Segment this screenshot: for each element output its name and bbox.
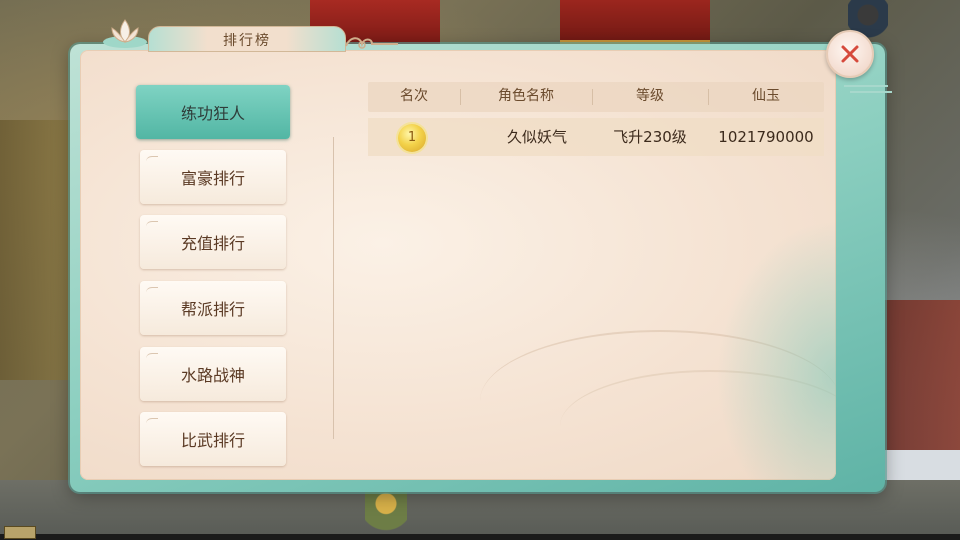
tab-label: 充值排行 bbox=[180, 234, 245, 253]
player-character bbox=[365, 488, 407, 540]
leaf-ornament bbox=[146, 156, 158, 167]
cloud-ornament-icon bbox=[345, 37, 398, 49]
tab-label: 比武排行 bbox=[180, 431, 245, 450]
gold-medal-icon: 1 bbox=[398, 124, 426, 152]
table-header: 名次 角色名称 等级 仙玉 bbox=[368, 82, 824, 112]
panel-title: 排行榜 bbox=[223, 33, 271, 49]
tab-label: 练功狂人 bbox=[180, 104, 245, 123]
building bbox=[0, 120, 80, 380]
leaf-ornament bbox=[146, 221, 158, 232]
tab-recharge-ranking[interactable]: 充值排行 bbox=[140, 215, 286, 269]
column-header-jade: 仙玉 bbox=[752, 88, 780, 104]
leaf-ornament bbox=[146, 418, 158, 429]
building bbox=[880, 300, 960, 460]
panel-title-tab: 排行榜 bbox=[148, 26, 346, 52]
tab-wealth-ranking[interactable]: 富豪排行 bbox=[140, 150, 286, 204]
column-header-level: 等级 bbox=[636, 88, 664, 104]
bottom-bar bbox=[0, 534, 960, 540]
panel-glow bbox=[716, 220, 836, 480]
tab-practice-ranking[interactable]: 练功狂人 bbox=[136, 85, 290, 139]
player-jade: 1021790000 bbox=[718, 128, 814, 146]
column-header-name: 角色名称 bbox=[498, 88, 554, 104]
close-icon bbox=[841, 45, 859, 63]
tab-duel-ranking[interactable]: 比武排行 bbox=[140, 412, 286, 466]
ornament-line-icon bbox=[844, 85, 892, 93]
tab-label: 水路战神 bbox=[180, 366, 245, 385]
column-header-rank: 名次 bbox=[400, 88, 428, 104]
building bbox=[560, 0, 710, 46]
player-level: 飞升230级 bbox=[613, 128, 687, 146]
tab-label: 帮派排行 bbox=[180, 300, 245, 319]
tab-guild-ranking[interactable]: 帮派排行 bbox=[140, 281, 286, 335]
vertical-divider bbox=[333, 137, 334, 439]
player-name: 久似妖气 bbox=[506, 128, 567, 146]
lotus-icon bbox=[103, 19, 147, 48]
chat-toggle-icon[interactable] bbox=[4, 526, 36, 539]
leaf-ornament bbox=[146, 353, 158, 364]
leaf-ornament bbox=[146, 287, 158, 298]
table-row[interactable]: 1 久似妖气 飞升230级 1021790000 bbox=[368, 118, 824, 156]
close-button[interactable] bbox=[826, 30, 874, 78]
rank-number: 1 bbox=[407, 130, 417, 145]
tab-water-war-god[interactable]: 水路战神 bbox=[140, 347, 286, 401]
tab-label: 富豪排行 bbox=[180, 169, 245, 188]
